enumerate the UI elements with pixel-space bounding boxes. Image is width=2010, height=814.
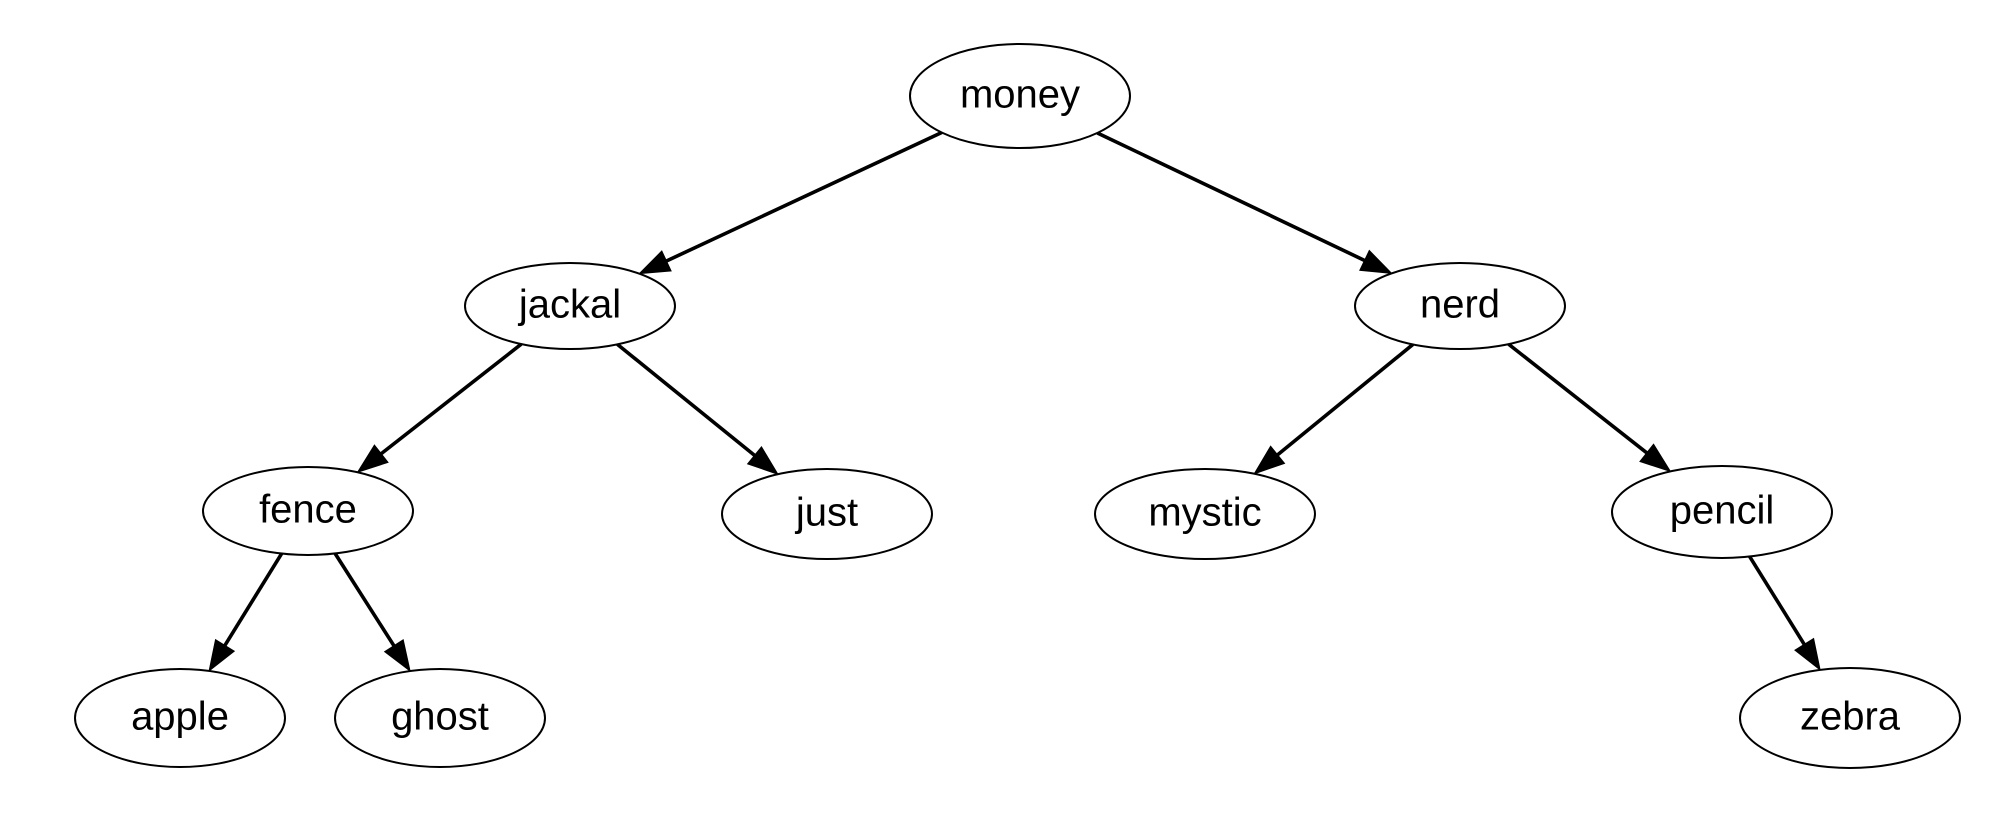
node-zebra[interactable]: zebra (1739, 667, 1961, 769)
node-label-just: just (795, 491, 858, 535)
node-fence[interactable]: fence (202, 466, 414, 556)
node-label-ghost: ghost (391, 695, 489, 739)
node-label-apple: apple (131, 695, 229, 739)
node-label-nerd: nerd (1420, 283, 1500, 327)
node-nerd[interactable]: nerd (1354, 262, 1566, 350)
node-apple[interactable]: apple (74, 668, 286, 768)
node-label-fence: fence (259, 488, 357, 532)
node-label-jackal: jackal (518, 283, 621, 327)
node-ghost[interactable]: ghost (334, 668, 546, 768)
node-just[interactable]: just (721, 468, 933, 560)
node-jackal[interactable]: jackal (464, 262, 676, 350)
node-label-pencil: pencil (1670, 489, 1775, 533)
node-label-money: money (960, 73, 1080, 117)
node-label-zebra: zebra (1800, 695, 1901, 739)
node-money[interactable]: money (909, 43, 1131, 149)
node-mystic[interactable]: mystic (1094, 468, 1316, 560)
node-label-mystic: mystic (1148, 491, 1261, 535)
node-pencil[interactable]: pencil (1611, 465, 1833, 559)
tree-diagram-canvas: money jackal nerd fence just mystic pencil appl… (0, 0, 2010, 814)
